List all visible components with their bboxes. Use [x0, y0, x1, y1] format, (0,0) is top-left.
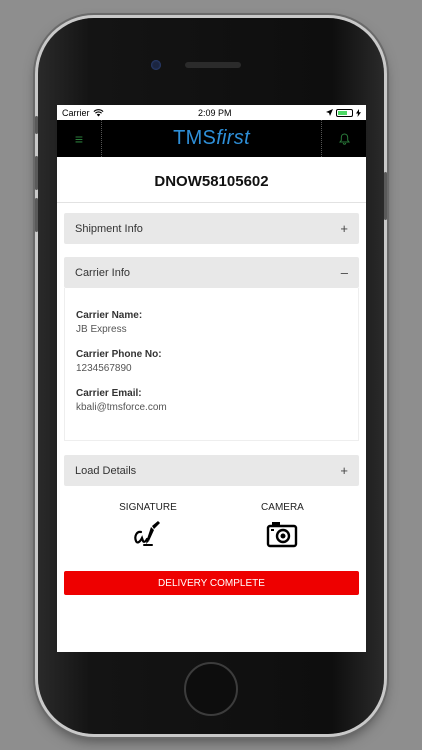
power-button	[384, 172, 387, 220]
carrier-phone-value: 1234567890	[76, 363, 132, 374]
front-camera	[151, 60, 161, 70]
camera-icon[interactable]	[266, 520, 298, 548]
logo-text-accent: first	[216, 127, 250, 149]
carrier-info-header[interactable]: Carrier Info –	[64, 257, 359, 288]
carrier-name-value: JB Express	[76, 324, 127, 335]
carrier-email-label: Carrier Email:	[76, 388, 142, 399]
notifications-button[interactable]	[321, 120, 366, 157]
signature-label: SIGNATURE	[119, 502, 177, 513]
signature-action[interactable]: SIGNATURE	[119, 502, 177, 548]
delivery-complete-button[interactable]: DELIVERY COMPLETE	[64, 571, 359, 595]
camera-label: CAMERA	[261, 502, 304, 513]
location-icon	[325, 109, 333, 116]
app-screen: Carrier 2:09 PM ≡ TMSfirst DNOW58105602 …	[57, 105, 366, 652]
carrier-phone-field: Carrier Phone No: 1234567890	[76, 349, 347, 374]
carrier-email-field: Carrier Email: kbali@tmsforce.com	[76, 388, 347, 413]
volume-up-button	[35, 156, 38, 190]
bell-icon	[338, 132, 350, 145]
carrier-info-label: Carrier Info	[75, 266, 131, 279]
battery-level	[337, 110, 348, 115]
mute-switch	[35, 116, 38, 134]
status-time: 2:09 PM	[197, 107, 232, 118]
order-id-title: DNOW58105602	[57, 157, 366, 203]
menu-icon: ≡	[74, 130, 84, 147]
expand-icon[interactable]: +	[340, 221, 348, 236]
carrier-name-label: Carrier Name:	[76, 310, 143, 321]
capture-actions: SIGNATURE CAMERA	[57, 502, 366, 548]
load-details-label: Load Details	[75, 464, 137, 477]
shipment-info-header[interactable]: Shipment Info +	[64, 213, 359, 244]
collapse-icon[interactable]: –	[341, 265, 348, 280]
menu-button[interactable]: ≡	[57, 120, 102, 157]
shipment-info-label: Shipment Info	[75, 222, 143, 235]
carrier-info-panel: Carrier Name: JB Express Carrier Phone N…	[64, 288, 359, 441]
signature-icon[interactable]	[132, 520, 164, 548]
load-details-header[interactable]: Load Details +	[64, 455, 359, 486]
wifi-icon	[93, 108, 103, 116]
carrier-email-value: kbali@tmsforce.com	[76, 402, 167, 413]
carrier-phone-label: Carrier Phone No:	[76, 349, 162, 360]
home-button[interactable]	[184, 662, 238, 716]
app-header: ≡ TMSfirst	[57, 120, 366, 157]
camera-action[interactable]: CAMERA	[261, 502, 304, 548]
expand-icon[interactable]: +	[340, 463, 348, 478]
logo-text-main: TMS	[173, 127, 217, 149]
app-logo: TMSfirst	[173, 127, 250, 150]
earpiece-speaker	[185, 62, 241, 68]
charging-icon	[355, 108, 361, 117]
battery-icon	[335, 108, 353, 117]
volume-down-button	[35, 198, 38, 232]
carrier-name: Carrier	[62, 107, 90, 118]
status-bar: Carrier 2:09 PM	[57, 105, 366, 120]
carrier-name-field: Carrier Name: JB Express	[76, 310, 347, 335]
